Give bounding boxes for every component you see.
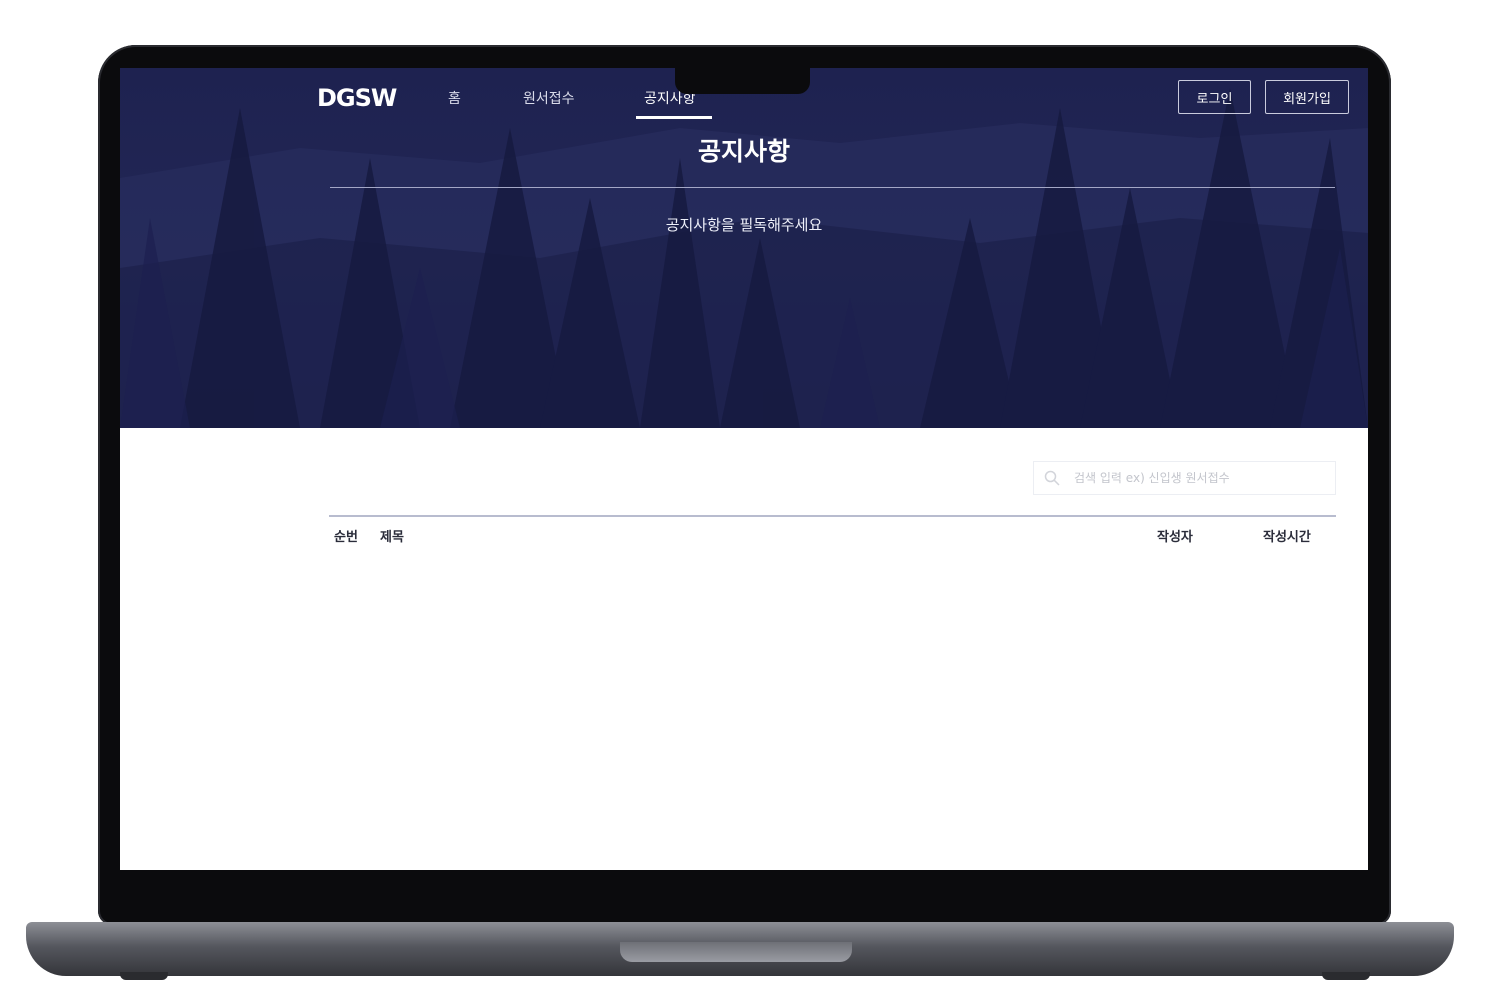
laptop-base-notch [620,942,852,962]
laptop-foot [120,972,168,980]
column-header-time: 작성시간 [1263,530,1311,545]
active-nav-indicator [636,116,712,119]
nav-home[interactable]: 홈 [448,88,461,108]
page-title: 공지사항 [697,137,790,166]
browser-viewport: DGSW 홈 원서접수 공지사항 로그인 회원가입 공지사항 공지사항을 필독해… [120,68,1368,870]
column-header-title: 제목 [380,530,404,545]
search-input[interactable] [1072,470,1335,486]
laptop-foot [1322,972,1370,980]
search-icon [1044,470,1060,486]
login-button[interactable]: 로그인 [1178,80,1251,114]
column-header-author: 작성자 [1157,530,1193,545]
hero-banner: DGSW 홈 원서접수 공지사항 로그인 회원가입 공지사항 공지사항을 필독해… [120,68,1368,428]
table-header-divider [329,515,1336,517]
column-header-number: 순번 [334,530,358,545]
title-divider [330,187,1335,188]
nav-application[interactable]: 원서접수 [523,88,575,108]
signup-button[interactable]: 회원가입 [1265,80,1349,114]
logo[interactable]: DGSW [317,84,397,112]
search-box [1033,461,1336,495]
camera-notch [675,68,810,94]
page-subtitle: 공지사항을 필독해주세요 [665,216,823,234]
